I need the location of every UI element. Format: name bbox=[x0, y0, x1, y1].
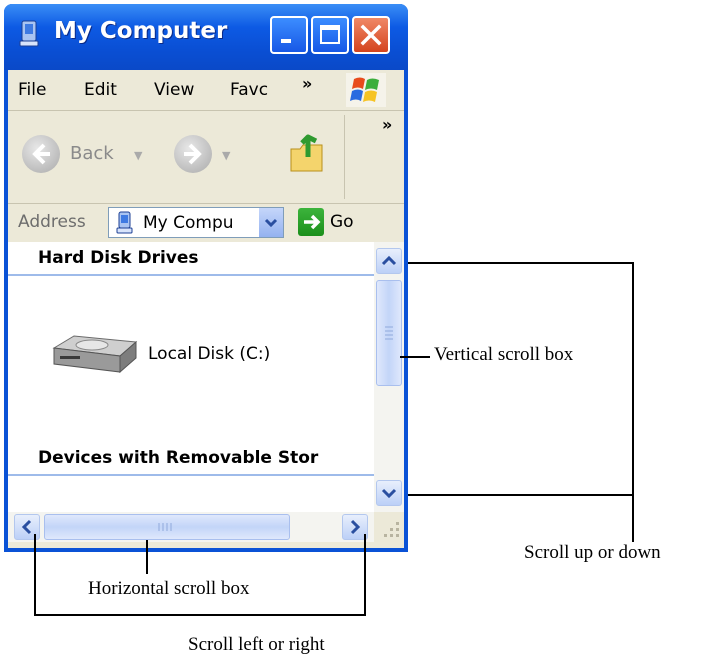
go-arrow-icon bbox=[304, 214, 321, 230]
group-heading-hard-disk-drives: Hard Disk Drives bbox=[38, 248, 199, 268]
menu-favorites[interactable]: Favc bbox=[230, 80, 268, 100]
callout-bracket-scroll-left-right bbox=[34, 614, 366, 616]
scroll-down-button[interactable] bbox=[376, 480, 402, 506]
grip-icon bbox=[385, 326, 393, 340]
close-icon bbox=[360, 24, 382, 46]
chevron-down-icon bbox=[381, 488, 397, 499]
address-dropdown-button[interactable] bbox=[259, 208, 283, 237]
group-divider bbox=[8, 274, 374, 276]
title-bar[interactable]: My Computer bbox=[4, 4, 408, 70]
back-arrow-glyph bbox=[32, 143, 50, 165]
close-button[interactable] bbox=[352, 16, 390, 54]
go-label[interactable]: Go bbox=[330, 212, 354, 232]
my-computer-window: My Computer File Edit View Favc » Back ▼… bbox=[4, 4, 408, 552]
my-computer-small-icon bbox=[116, 211, 133, 234]
callout-line-vertical-scroll-box bbox=[400, 356, 430, 358]
menu-edit[interactable]: Edit bbox=[84, 80, 117, 100]
up-folder-button[interactable] bbox=[288, 127, 330, 175]
horizontal-scroll-box[interactable] bbox=[44, 514, 290, 540]
local-disk-c-item[interactable]: Local Disk (C:) bbox=[44, 326, 314, 386]
forward-dropdown-icon[interactable]: ▼ bbox=[222, 149, 230, 162]
minimize-icon bbox=[281, 39, 291, 43]
forward-arrow-icon bbox=[174, 135, 212, 173]
callout-line-scroll-up bbox=[408, 262, 634, 264]
toolbar-separator bbox=[344, 115, 345, 199]
label-horizontal-scroll-box: Horizontal scroll box bbox=[88, 578, 250, 599]
menu-bar: File Edit View Favc » bbox=[8, 70, 404, 111]
standard-toolbar: Back ▼ ▼ » bbox=[8, 111, 404, 204]
callout-line-scroll-right bbox=[364, 534, 366, 616]
local-disk-c-label: Local Disk (C:) bbox=[148, 344, 271, 364]
callout-bracket-scroll-up-down bbox=[632, 262, 634, 542]
windows-logo bbox=[346, 73, 386, 107]
forward-arrow-glyph bbox=[184, 143, 202, 165]
menu-view[interactable]: View bbox=[154, 80, 194, 100]
grip-icon bbox=[158, 523, 172, 531]
forward-button[interactable]: ▼ bbox=[174, 133, 240, 177]
group-heading-removable-storage: Devices with Removable Stor bbox=[38, 448, 319, 468]
resize-grip-icon bbox=[384, 522, 399, 537]
windows-flag-icon bbox=[350, 77, 379, 102]
label-vertical-scroll-box: Vertical scroll box bbox=[434, 344, 574, 365]
back-arrow-icon bbox=[22, 135, 60, 173]
back-label: Back bbox=[70, 143, 114, 164]
group-divider bbox=[8, 474, 374, 476]
window-title: My Computer bbox=[54, 18, 228, 44]
callout-line-scroll-down bbox=[408, 494, 634, 496]
scroll-left-button[interactable] bbox=[14, 514, 40, 540]
address-label: Address bbox=[18, 212, 86, 232]
minimize-button[interactable] bbox=[270, 16, 308, 54]
go-button[interactable] bbox=[298, 208, 324, 236]
menu-overflow-chevron[interactable]: » bbox=[302, 74, 312, 93]
folder-content-pane[interactable]: Hard Disk Drives Local Disk (C:) Devices… bbox=[8, 242, 374, 512]
chevron-up-icon bbox=[381, 255, 397, 266]
label-scroll-left-or-right: Scroll left or right bbox=[188, 634, 325, 655]
callout-line-scroll-left bbox=[34, 534, 36, 616]
address-value: My Compu bbox=[143, 213, 234, 233]
maximize-button[interactable] bbox=[311, 16, 349, 54]
address-combobox[interactable]: My Compu bbox=[108, 207, 284, 238]
horizontal-scrollbar[interactable] bbox=[8, 512, 374, 542]
back-dropdown-icon[interactable]: ▼ bbox=[134, 149, 142, 162]
menu-file[interactable]: File bbox=[18, 80, 46, 100]
back-button[interactable]: Back ▼ bbox=[22, 133, 152, 177]
maximize-icon bbox=[320, 25, 340, 44]
up-folder-icon bbox=[290, 134, 323, 172]
hard-disk-icon bbox=[52, 335, 138, 374]
address-bar: Address My Compu Go bbox=[8, 204, 404, 242]
vertical-scroll-box[interactable] bbox=[376, 280, 402, 386]
scroll-up-button[interactable] bbox=[376, 248, 402, 274]
chevron-down-icon bbox=[264, 218, 278, 228]
label-scroll-up-or-down: Scroll up or down bbox=[524, 542, 661, 563]
vertical-scrollbar[interactable] bbox=[374, 242, 404, 512]
toolbar-overflow-chevron[interactable]: » bbox=[382, 115, 392, 134]
callout-line-horizontal-scroll-box bbox=[146, 540, 148, 574]
window-client-area: File Edit View Favc » Back ▼ ▼ » Address… bbox=[8, 70, 404, 548]
my-computer-icon bbox=[19, 20, 39, 47]
resize-grip[interactable] bbox=[374, 512, 404, 548]
